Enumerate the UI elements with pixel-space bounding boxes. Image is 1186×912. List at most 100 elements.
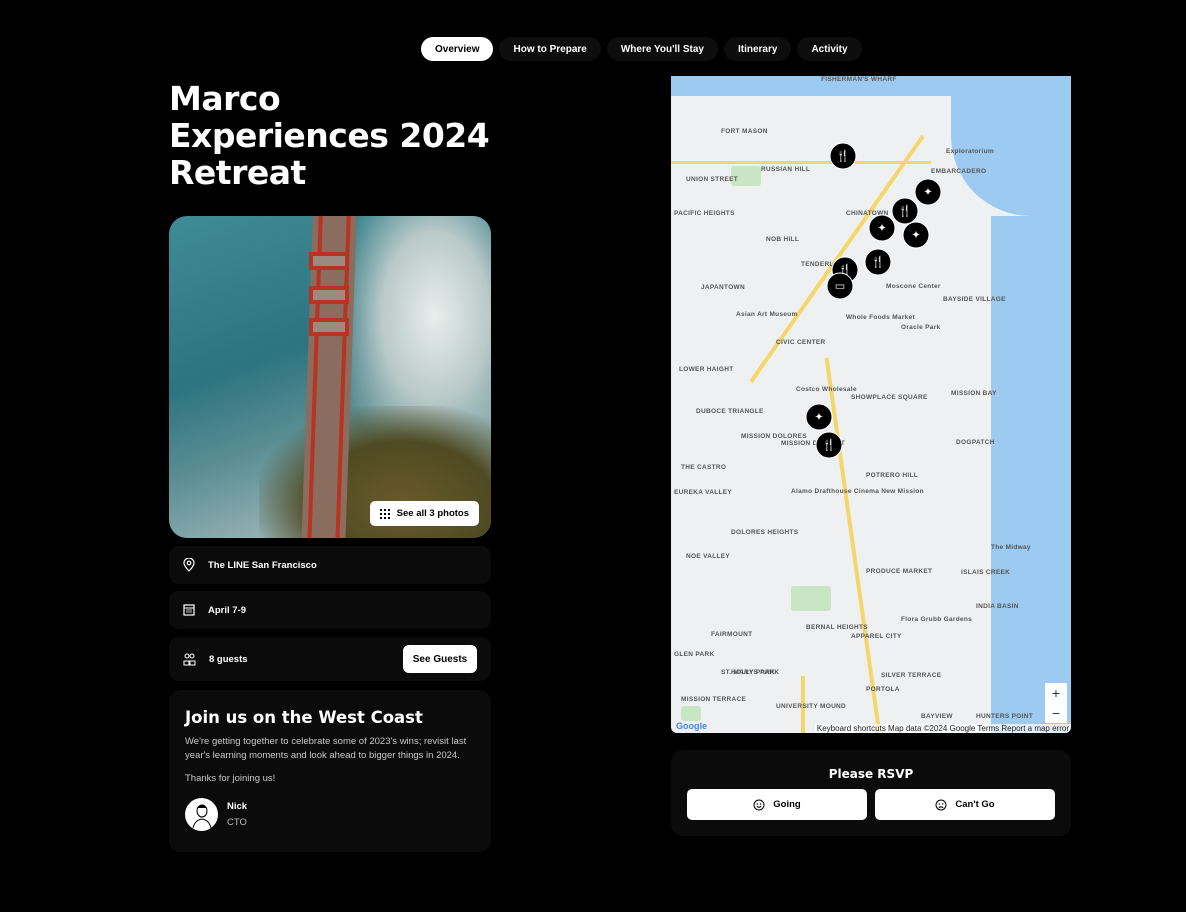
map-label: GLEN PARK xyxy=(674,651,715,658)
map-marker-restaurant-icon[interactable]: 🍴 xyxy=(891,197,919,225)
map-label: PACIFIC HEIGHTS xyxy=(674,210,735,217)
map-label: The Midway xyxy=(991,544,1031,551)
map-label: Flora Grubb Gardens xyxy=(901,616,973,623)
grid-icon xyxy=(379,508,390,519)
tab-activity[interactable]: Activity xyxy=(797,37,862,61)
smile-icon xyxy=(753,799,765,810)
see-all-photos-button[interactable]: See all 3 photos xyxy=(369,501,479,526)
map-marker-sparkle-icon[interactable]: ✦ xyxy=(805,403,833,431)
map-label: MISSION DOLORES xyxy=(741,433,807,440)
map-label: Moscone Center xyxy=(886,283,941,290)
map-marker-restaurant-icon[interactable]: 🍴 xyxy=(829,142,857,170)
rsvp-card: Please RSVP Going Can't Go xyxy=(671,750,1071,836)
google-logo: Google xyxy=(676,721,707,731)
map-label: FAIRMOUNT xyxy=(711,631,753,638)
see-all-photos-label: See all 3 photos xyxy=(396,508,469,519)
map-marker-sparkle-icon[interactable]: ✦ xyxy=(902,221,930,249)
see-guests-button[interactable]: See Guests xyxy=(403,645,477,673)
page-title: Marco Experiences 2024 Retreat xyxy=(169,79,490,192)
frown-icon xyxy=(935,799,947,810)
map-label: DOGPATCH xyxy=(956,439,995,446)
map-label: Costco Wholesale xyxy=(796,386,857,393)
message-body: We're getting together to celebrate some… xyxy=(185,736,467,761)
going-label: Going xyxy=(773,799,801,810)
map-label: UNIVERSITY MOUND xyxy=(776,703,847,710)
map[interactable]: FISHERMAN'S WHARF FORT MASON RUSSIAN HILL U… xyxy=(671,76,1071,733)
photo-tower xyxy=(309,252,349,270)
avatar xyxy=(185,798,218,831)
message-heading: Join us on the West Coast xyxy=(185,708,423,727)
map-label: BERNAL HEIGHTS xyxy=(806,624,868,631)
tab-itinerary[interactable]: Itinerary xyxy=(723,37,792,61)
map-label: BAYVIEW xyxy=(921,713,953,720)
map-label: Alamo Drafthouse Cinema New Mission xyxy=(791,488,924,495)
map-label: FISHERMAN'S WHARF xyxy=(821,76,897,83)
map-marker-restaurant-icon[interactable]: 🍴 xyxy=(864,248,892,276)
map-marker-sparkle-icon[interactable]: ✦ xyxy=(914,178,942,206)
map-label: EUREKA VALLEY xyxy=(674,489,733,496)
location-pin-icon xyxy=(183,558,195,572)
author-role: CTO xyxy=(227,817,247,828)
map-label: RUSSIAN HILL xyxy=(761,166,811,173)
map-label: DOLORES HEIGHTS xyxy=(731,529,799,536)
map-label: PORTOLA xyxy=(866,686,900,693)
map-attribution[interactable]: Keyboard shortcuts Map data ©2024 Google… xyxy=(814,724,1071,733)
author: Nick CTO xyxy=(185,798,475,831)
guests-text: 8 guests xyxy=(209,653,248,665)
map-label: UNION STREET xyxy=(686,176,738,183)
road xyxy=(671,161,931,164)
message-thanks: Thanks for joining us! xyxy=(185,773,276,784)
map-label: ST. MARYS PARK xyxy=(721,669,780,676)
map-marker-sparkle-icon[interactable]: ✦ xyxy=(868,214,896,242)
rsvp-title: Please RSVP xyxy=(828,767,914,781)
map-label: POTRERO HILL xyxy=(866,472,918,479)
author-name: Nick xyxy=(227,801,248,812)
zoom-in-button[interactable]: + xyxy=(1045,683,1067,703)
dates-row: April 7-9 xyxy=(169,591,491,629)
calendar-icon xyxy=(183,604,195,616)
park xyxy=(791,586,831,611)
map-label: EMBARCADERO xyxy=(931,168,987,175)
map-label: MISSION TERRACE xyxy=(681,696,747,703)
tab-where-youll-stay[interactable]: Where You'll Stay xyxy=(606,37,718,61)
going-button[interactable]: Going xyxy=(687,789,867,820)
guests-row: 8 guests See Guests xyxy=(169,637,491,681)
map-label: Exploratorium xyxy=(946,148,994,155)
bay-water xyxy=(991,216,1071,733)
map-label: DUBOCE TRIANGLE xyxy=(696,408,764,415)
hero-photo[interactable]: See all 3 photos xyxy=(169,216,491,538)
photo-tower xyxy=(309,318,349,336)
tab-how-to-prepare[interactable]: How to Prepare xyxy=(499,37,601,61)
map-marker-restaurant-icon[interactable]: 🍴 xyxy=(815,431,843,459)
location-text: The LINE San Francisco xyxy=(208,559,317,571)
map-label: Oracle Park xyxy=(901,324,941,331)
map-label: LOWER HAIGHT xyxy=(679,366,734,373)
freeway xyxy=(824,357,882,733)
location-row: The LINE San Francisco xyxy=(169,546,491,584)
map-label: APPAREL CITY xyxy=(851,633,902,640)
map-label: Asian Art Museum xyxy=(736,311,798,318)
map-label: HUNTERS POINT xyxy=(976,713,1033,720)
dates-text: April 7-9 xyxy=(208,604,247,616)
person-sketch-icon xyxy=(192,804,211,828)
map-label: JAPANTOWN xyxy=(701,284,745,291)
message-card: Join us on the West Coast We're getting … xyxy=(169,690,491,852)
photo-tower xyxy=(309,286,349,304)
zoom-out-button[interactable]: − xyxy=(1045,703,1067,723)
bay-water xyxy=(951,96,1071,216)
map-label: INDIA BASIN xyxy=(976,603,1019,610)
map-label: MISSION BAY xyxy=(951,390,997,397)
map-label: FORT MASON xyxy=(721,128,768,135)
section-tabs: Overview How to Prepare Where You'll Sta… xyxy=(421,37,862,61)
map-label: NOE VALLEY xyxy=(686,553,731,560)
map-label: SHOWPLACE SQUARE xyxy=(851,394,928,401)
map-marker-bed-icon[interactable]: ▭ xyxy=(826,272,854,300)
map-label: NOB HILL xyxy=(766,236,800,243)
tab-overview[interactable]: Overview xyxy=(421,37,494,61)
map-label: THE CASTRO xyxy=(681,464,727,471)
guests-icon xyxy=(183,653,196,665)
cant-go-button[interactable]: Can't Go xyxy=(875,789,1055,820)
map-label: BAYSIDE VILLAGE xyxy=(943,296,1006,303)
map-label: Whole Foods Market xyxy=(846,314,915,321)
park xyxy=(681,706,701,721)
